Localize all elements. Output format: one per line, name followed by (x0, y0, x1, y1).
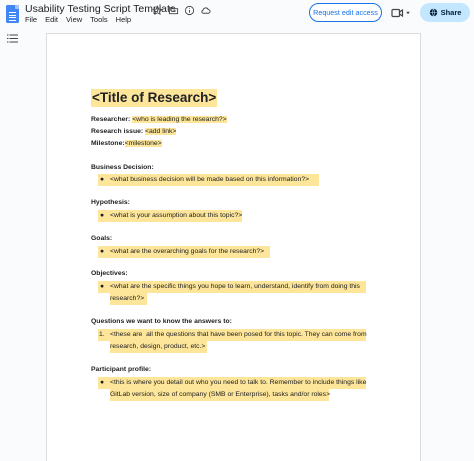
video-call-button[interactable] (391, 6, 413, 20)
globe-icon (429, 8, 437, 17)
list-item-line: research?> (110, 295, 145, 302)
share-label: Share (440, 8, 462, 17)
section-label: Participant profile: (91, 366, 152, 373)
list-item-text: <what business decision will be made bas… (110, 176, 310, 183)
bullet-marker: ● (100, 248, 105, 255)
request-edit-access-button[interactable]: Request edit access (309, 3, 382, 22)
researcher-line: Researcher: <who is leading the research… (91, 116, 227, 123)
menu-edit[interactable]: Edit (45, 15, 58, 24)
section-label: Objectives: (91, 270, 128, 277)
menu-file[interactable]: File (25, 15, 37, 24)
menu-bar: File Edit View Tools Help (25, 15, 131, 24)
list-item-text: <what are the specific things you hope t… (110, 281, 372, 305)
move-to-folder-icon[interactable] (167, 4, 180, 17)
list-item-text: <these are all the questions that have b… (110, 329, 372, 353)
list-item: ● <what are the specific things you hope… (91, 281, 391, 305)
list-item-line: <these are all the questions that have b… (110, 331, 367, 338)
section-label: Goals: (91, 235, 113, 242)
info-icon[interactable] (183, 4, 196, 17)
section-label: Hypothesis: (91, 199, 130, 206)
document-heading: <Title of Research> (91, 89, 218, 107)
research-issue-line: Research issue: <add link> (91, 128, 177, 135)
chevron-down-icon (406, 11, 410, 15)
list-item-text: <this is where you detail out who you ne… (110, 377, 372, 401)
video-call-icon (391, 8, 404, 18)
meta-label: Research issue: (91, 128, 144, 135)
outline-icon[interactable] (7, 34, 18, 43)
meta-label: Researcher: (91, 116, 131, 123)
milestone-line: Milestone:<milestone> (91, 140, 162, 147)
list-item-line: research, design, product, etc.> (110, 343, 206, 350)
document-page[interactable]: <Title of Research> Researcher: <who is … (46, 33, 421, 461)
list-item: ● <what is your assumption about this to… (91, 210, 391, 222)
list-number: 1. (99, 331, 105, 338)
section-label: Questions we want to know the answers to… (91, 318, 232, 325)
list-item-line: GitLab version, size of company (SMB or … (110, 391, 331, 398)
top-bar: Usability Testing Script Template File E… (0, 0, 474, 30)
list-item-text: <what are the overarching goals for the … (110, 248, 265, 255)
bullet-marker: ● (100, 212, 105, 219)
bullet-marker: ● (100, 379, 105, 386)
star-icon[interactable] (151, 4, 164, 17)
docs-logo-icon[interactable] (6, 5, 19, 23)
menu-tools[interactable]: Tools (90, 15, 108, 24)
meta-value: <add link> (145, 128, 177, 135)
list-item-line: <what are the specific things you hope t… (110, 283, 360, 290)
list-item: ● <what business decision will be made b… (91, 174, 391, 186)
bullet-marker: ● (100, 283, 105, 290)
list-item-text: <what is your assumption about this topi… (110, 212, 243, 219)
meta-value: <who is leading the research?> (132, 116, 227, 123)
list-item-line: <this is where you detail out who you ne… (110, 379, 367, 386)
menu-view[interactable]: View (66, 15, 82, 24)
menu-help[interactable]: Help (116, 15, 131, 24)
list-item: ● <what are the overarching goals for th… (91, 246, 391, 258)
meta-label: Milestone: (91, 140, 125, 147)
cloud-status-icon[interactable] (199, 4, 212, 17)
section-label: Business Decision: (91, 164, 154, 171)
share-button[interactable]: Share (420, 3, 470, 22)
list-item: 1. <these are all the questions that hav… (91, 329, 391, 353)
list-item: ● <this is where you detail out who you … (91, 377, 391, 401)
meta-value: <milestone> (124, 140, 162, 147)
bullet-marker: ● (100, 176, 105, 183)
